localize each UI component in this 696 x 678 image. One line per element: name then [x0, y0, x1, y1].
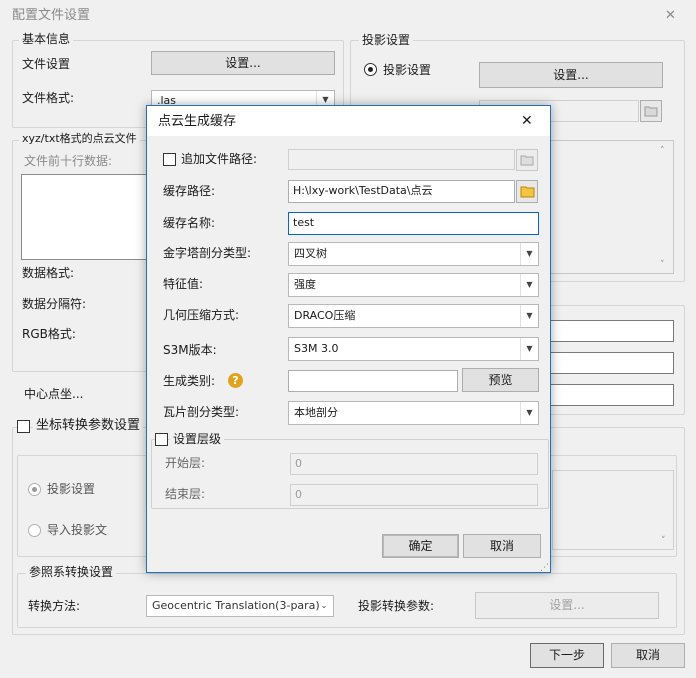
basic-info-title: 基本信息 — [19, 31, 74, 47]
scroll-down-icon: ˅ — [660, 260, 665, 270]
cache-path-folder-button[interactable] — [516, 180, 538, 203]
center-z-field[interactable] — [548, 384, 674, 406]
cache-name-input[interactable]: test — [288, 212, 539, 235]
folder-icon — [644, 106, 658, 117]
category-input[interactable] — [288, 370, 458, 392]
compression-label: 几何压缩方式: — [163, 308, 240, 322]
window-title: 配置文件设置 — [12, 8, 91, 23]
main-cancel-button[interactable]: 取消 — [611, 643, 685, 668]
coord-import-radio-label: 导入投影文 — [47, 523, 108, 537]
point-cloud-cache-dialog: 点云生成缓存 ✕ 追加文件路径: 缓存路径: H:\lxy-work\TestD… — [146, 105, 551, 573]
projection-radio[interactable] — [364, 63, 377, 76]
compression-select[interactable]: DRACO压缩 ▼ — [288, 304, 539, 328]
params-label: 投影转换参数: — [358, 599, 435, 613]
coord-import-radio[interactable] — [28, 524, 41, 537]
s3m-label: S3M版本: — [163, 343, 217, 357]
method-label: 转换方法: — [28, 599, 81, 613]
scroll-down-icon: ˅ — [661, 536, 666, 546]
append-path-folder-button — [516, 149, 538, 171]
dialog-cancel-button[interactable]: 取消 — [463, 534, 541, 558]
cache-path-label: 缓存路径: — [163, 184, 216, 198]
dialog-ok-button[interactable]: 确定 — [382, 534, 459, 558]
chevron-down-icon: ▼ — [520, 305, 538, 327]
file-settings-button[interactable]: 设置... — [151, 51, 335, 75]
rgb-format-label: RGB格式: — [22, 327, 76, 341]
pyramid-value: 四叉树 — [294, 247, 327, 260]
levels-checkbox[interactable] — [155, 433, 168, 446]
start-level-label: 开始层: — [165, 456, 206, 470]
dialog-title: 点云生成缓存 — [158, 114, 237, 129]
coord-info-area: ˅ — [552, 470, 674, 550]
xyz-preview-box — [21, 174, 151, 260]
s3m-value: S3M 3.0 — [294, 342, 339, 355]
pyramid-label: 金字塔剖分类型: — [163, 246, 252, 260]
pyramid-select[interactable]: 四叉树 ▼ — [288, 242, 539, 266]
next-button[interactable]: 下一步 — [530, 643, 604, 668]
method-select[interactable]: Geocentric Translation(3-para) ⌄ — [146, 595, 334, 617]
projection-settings-button[interactable]: 设置... — [479, 62, 663, 88]
projection-title: 投影设置 — [359, 32, 414, 48]
method-value: Geocentric Translation(3-para) — [152, 599, 320, 612]
end-level-input: 0 — [290, 484, 538, 506]
center-x-field[interactable] — [548, 320, 674, 342]
help-icon[interactable]: ? — [228, 373, 243, 388]
file-format-label: 文件格式: — [22, 91, 75, 105]
chevron-down-icon: ▼ — [520, 243, 538, 265]
levels-checkbox-label: 设置层级 — [170, 431, 225, 447]
file-settings-label: 文件设置 — [22, 57, 71, 71]
resize-grip-icon[interactable]: ⋰ — [540, 560, 549, 576]
chevron-down-icon: ▼ — [520, 338, 538, 360]
category-label: 生成类别: — [163, 374, 216, 388]
feature-value: 强度 — [294, 278, 316, 291]
chevron-down-icon: ▼ — [520, 274, 538, 296]
center-y-field[interactable] — [548, 352, 674, 374]
preview-button[interactable]: 预览 — [462, 368, 539, 392]
coord-transform-label: 坐标转换参数设置 — [33, 418, 144, 434]
cache-name-label: 缓存名称: — [163, 216, 216, 230]
tile-select[interactable]: 本地剖分 ▼ — [288, 401, 539, 425]
compression-value: DRACO压缩 — [294, 309, 356, 322]
projection-folder-button[interactable] — [640, 100, 662, 122]
xyz-preview-label: 文件前十行数据: — [24, 154, 113, 168]
coord-projection-radio-label: 投影设置 — [47, 482, 96, 496]
window-close-button[interactable]: ✕ — [665, 8, 676, 24]
cache-path-field[interactable]: H:\lxy-work\TestData\点云 — [288, 180, 515, 203]
scroll-up-icon: ˄ — [660, 146, 665, 156]
dialog-close-button[interactable]: ✕ — [521, 113, 533, 129]
tile-value: 本地剖分 — [294, 406, 338, 419]
separator-label: 数据分隔符: — [22, 297, 87, 311]
coord-projection-radio[interactable] — [28, 483, 41, 496]
append-path-label: 追加文件路径: — [181, 152, 258, 166]
append-path-field — [288, 149, 515, 170]
projection-info-scrollbar[interactable]: ˄ ˅ — [657, 141, 673, 273]
start-level-input: 0 — [290, 453, 538, 475]
ref-transform-title: 参照系转换设置 — [26, 564, 117, 580]
folder-icon — [520, 186, 535, 198]
feature-select[interactable]: 强度 ▼ — [288, 273, 539, 297]
chevron-down-icon: ⌄ — [320, 601, 328, 610]
chevron-down-icon: ▼ — [520, 402, 538, 424]
feature-label: 特征值: — [163, 277, 204, 291]
s3m-select[interactable]: S3M 3.0 ▼ — [288, 337, 539, 361]
data-format-label: 数据格式: — [22, 266, 75, 280]
coord-transform-checkbox[interactable] — [17, 420, 30, 433]
params-button[interactable]: 设置... — [475, 592, 659, 619]
folder-icon — [520, 155, 534, 166]
projection-radio-label: 投影设置 — [383, 63, 432, 77]
center-point-label: 中心点坐... — [24, 387, 84, 401]
tile-label: 瓦片剖分类型: — [163, 405, 240, 419]
xyz-group-title: xyz/txt格式的点云文件 — [19, 131, 140, 147]
end-level-label: 结束层: — [165, 487, 206, 501]
append-path-checkbox[interactable] — [163, 153, 176, 166]
